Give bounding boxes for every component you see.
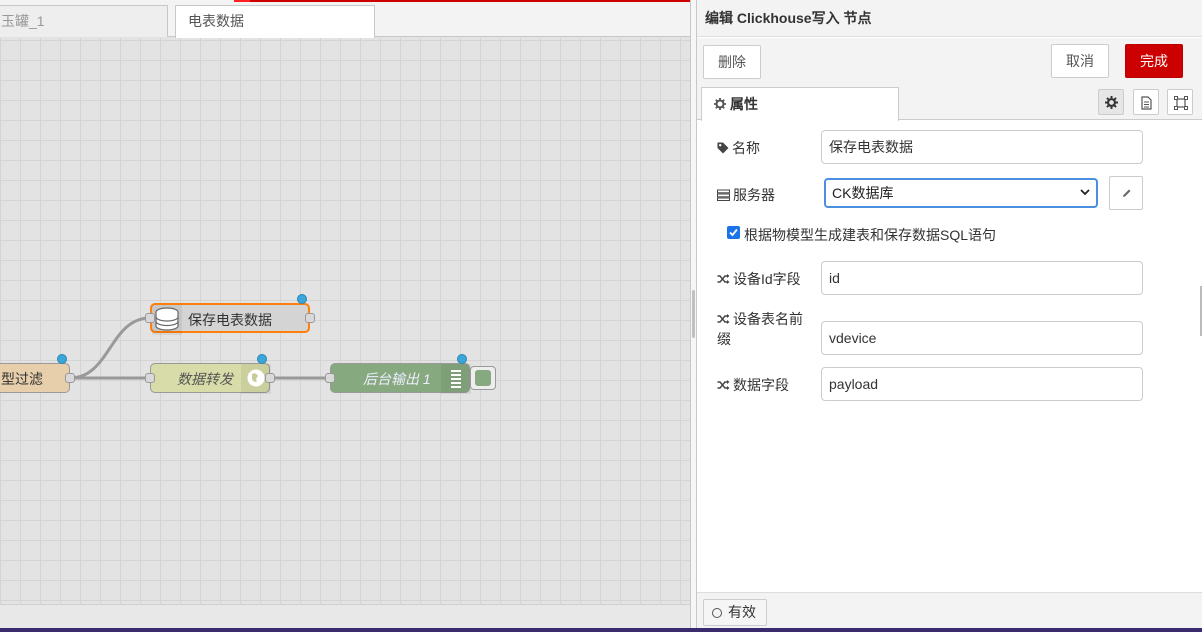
filter-node[interactable]: 型过滤 <box>0 363 70 393</box>
forward-input-port[interactable] <box>145 373 155 383</box>
pencil-icon <box>1123 189 1131 197</box>
enabled-label: 有效 <box>728 604 756 620</box>
filter-output-port[interactable] <box>65 373 75 383</box>
enabled-toggle[interactable]: 有效 <box>703 599 767 626</box>
forward-node[interactable]: 数据转发 <box>150 363 271 394</box>
tray-toolbar: 删除 取消 完成 <box>697 38 1202 86</box>
tab-properties-label: 属性 <box>730 96 758 112</box>
forward-output-port[interactable] <box>265 373 275 383</box>
device-id-input[interactable]: id <box>821 261 1143 295</box>
panel-splitter[interactable] <box>690 0 697 632</box>
chevron-down-icon <box>1080 189 1090 196</box>
forward-changed-dot <box>257 354 267 364</box>
device-id-label-row: 设备Id字段 <box>717 269 801 289</box>
database-icon <box>152 305 182 335</box>
tag-icon <box>717 142 729 154</box>
frame-icon <box>1174 96 1188 110</box>
splitter-grip[interactable] <box>692 290 695 338</box>
wire-filter-to-save <box>69 316 151 380</box>
save-changed-dot <box>297 294 307 304</box>
tab-properties[interactable]: 属性 <box>701 87 899 121</box>
save-node-label: 保存电表数据 <box>188 312 272 328</box>
check-icon <box>729 228 738 237</box>
debug-node-label: 后台输出 1 <box>363 371 431 387</box>
table-prefix-label-cont: 缀 <box>717 331 731 347</box>
server-icon <box>717 189 730 201</box>
server-select-value: CK数据库 <box>832 185 894 201</box>
file-text-icon <box>1141 96 1152 110</box>
gear-icon <box>714 98 726 110</box>
debug-changed-dot <box>457 354 467 364</box>
save-node[interactable]: 保存电表数据 <box>150 303 310 335</box>
name-label: 名称 <box>732 140 760 156</box>
debug-toggle-button[interactable] <box>470 366 496 390</box>
shuffle-icon <box>717 380 730 390</box>
name-label-row: 名称 <box>717 138 760 158</box>
shuffle-icon <box>717 274 730 284</box>
settings-tab-button[interactable] <box>1098 89 1124 115</box>
flow-wires <box>69 316 330 380</box>
device-id-label: 设备Id字段 <box>733 271 801 287</box>
auto-sql-checkbox[interactable] <box>727 226 740 239</box>
delete-button[interactable]: 删除 <box>703 45 761 79</box>
edit-server-button[interactable] <box>1109 176 1143 210</box>
server-label-row: 服务器 <box>717 185 775 205</box>
server-label: 服务器 <box>733 187 775 203</box>
forward-node-label: 数据转发 <box>177 371 233 387</box>
auto-sql-label: 根据物模型生成建表和保存数据SQL语句 <box>744 227 997 243</box>
data-field-label-row: 数据字段 <box>717 375 789 395</box>
filter-node-label: 型过滤 <box>1 371 43 387</box>
circle-icon <box>712 608 722 618</box>
editor-tabs: 属性 <box>697 86 1202 121</box>
save-input-port[interactable] <box>145 313 155 323</box>
debug-node[interactable]: 后台输出 1 <box>330 363 471 394</box>
list-icon <box>441 364 471 394</box>
description-tab-button[interactable] <box>1133 89 1159 115</box>
table-prefix-input[interactable]: vdevice <box>821 321 1143 355</box>
cancel-button[interactable]: 取消 <box>1051 44 1109 78</box>
server-select[interactable]: CK数据库 <box>824 178 1098 208</box>
gear-icon <box>1105 96 1118 109</box>
filter-changed-dot <box>57 354 67 364</box>
table-prefix-label: 设备表名前 <box>733 311 803 327</box>
tray-footer: 有效 <box>697 592 1202 632</box>
debug-input-port[interactable] <box>325 373 335 383</box>
window-bottom-edge <box>0 628 1202 632</box>
save-output-port[interactable] <box>305 313 315 323</box>
done-button[interactable]: 完成 <box>1125 44 1183 78</box>
node-editor-tray: 编辑 Clickhouse写入 节点 删除 取消 完成 属性 名称 保存电表数据… <box>697 0 1202 632</box>
table-prefix-label-row: 设备表名前 <box>717 309 803 329</box>
flow-workspace: 玉罐_1 电表数据 型过滤 保存电表数据 数据转发 后台输出 1 <box>0 0 690 632</box>
data-field-input[interactable]: payload <box>821 367 1143 401</box>
appearance-tab-button[interactable] <box>1167 89 1193 115</box>
shuffle-icon <box>717 314 730 324</box>
tray-title: 编辑 Clickhouse写入 节点 <box>697 0 1202 37</box>
name-input[interactable]: 保存电表数据 <box>821 130 1143 164</box>
data-field-label: 数据字段 <box>733 377 789 393</box>
